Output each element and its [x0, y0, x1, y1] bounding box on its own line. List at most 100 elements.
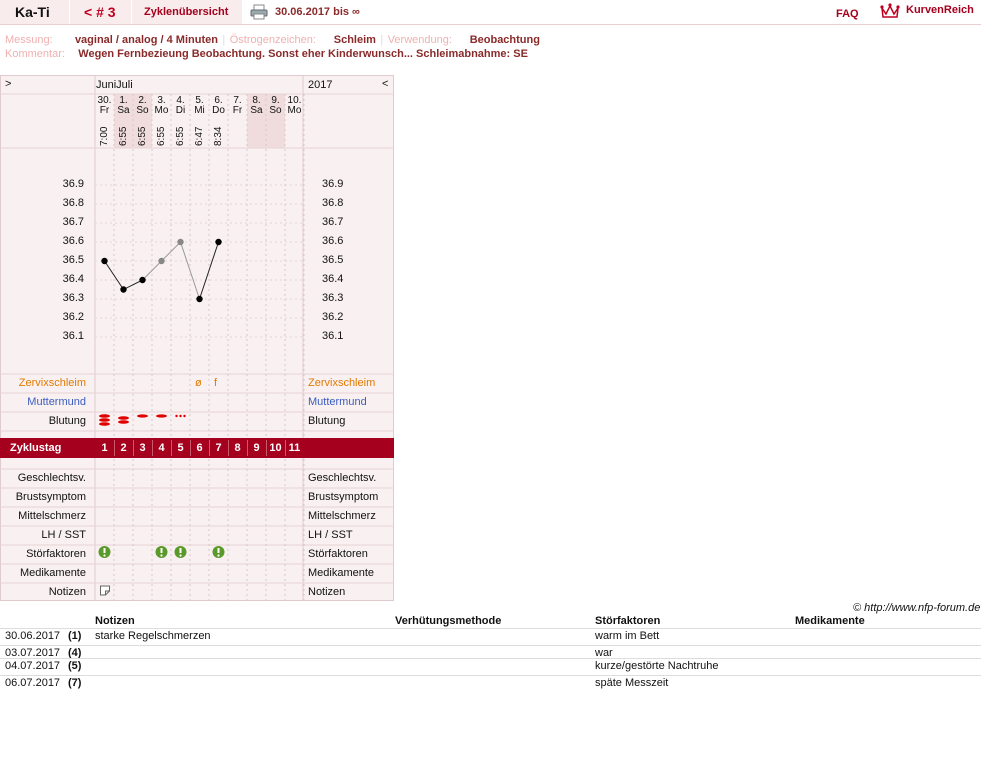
day-header: 3. Mo — [152, 96, 171, 116]
weekday: Di — [175, 105, 186, 116]
col-header-notizen: Notizen — [95, 615, 135, 627]
day-header: 9. So — [266, 96, 285, 116]
row-label-mittelschmerz: Mittelschmerz — [18, 510, 86, 522]
temp-axis-label-left: 36.9 — [62, 178, 84, 190]
row-label-brustsymptom: Brustsymptom — [15, 491, 86, 503]
row-date: 04.07.2017 — [5, 660, 61, 672]
header-divider — [0, 24, 981, 25]
day-header: 2. So — [133, 96, 152, 116]
temp-point — [120, 286, 127, 293]
row-label-notizen-right: Notizen — [308, 586, 346, 598]
info-line-2: Kommentar: Wegen Fernbezieung Beobachtun… — [5, 44, 528, 62]
row-day: (7) — [68, 677, 82, 689]
copyright: © http://www.nfp-forum.de — [853, 602, 981, 614]
temp-axis-label-right: 36.9 — [322, 178, 344, 190]
temp-axis-label-left: 36.3 — [62, 292, 84, 304]
cycle-day-number: 10 — [269, 442, 282, 454]
row-stoer: warm im Bett — [595, 630, 660, 642]
row-label-mittelschmerz-right: Mittelschmerz — [308, 510, 376, 522]
bleeding-mark — [137, 414, 148, 418]
row-stoer: späte Messzeit — [595, 677, 669, 689]
temp-point — [196, 295, 203, 303]
row-day: (5) — [68, 660, 82, 672]
brand-logo-text[interactable]: KurvenReich — [906, 4, 974, 16]
row-date: 30.06.2017 — [5, 630, 61, 642]
temp-axis-label-right: 36.3 — [322, 292, 344, 304]
row-label-blutung-right: Blutung — [308, 415, 346, 427]
zervix-mark: f — [214, 377, 218, 389]
temp-axis-label-left: 36.4 — [62, 273, 84, 285]
temp-axis-label-left: 36.2 — [62, 311, 84, 323]
cycle-day-number: 11 — [288, 442, 301, 454]
zervix-mark: ø — [195, 377, 202, 389]
temp-point — [139, 276, 146, 284]
faq-link[interactable]: FAQ — [836, 8, 859, 20]
user-name: Ka-Ti — [15, 4, 50, 20]
cycle-day-number: 1 — [101, 442, 108, 454]
col-header-verhuetung: Verhütungsmethode — [395, 615, 502, 627]
measure-time: 6:47 — [194, 126, 205, 146]
temp-axis-label-right: 36.8 — [322, 197, 344, 209]
warning-icon[interactable] — [212, 546, 225, 558]
temp-axis-label-right: 36.6 — [322, 235, 344, 247]
note-icon[interactable] — [100, 585, 110, 596]
cycle-chart: > JuniJuli 2017 < 30. Fr 7:00 1. Sa 6:55 2. So 6… — [0, 75, 394, 601]
row-label-zervix: Zervixschleim — [18, 377, 86, 389]
weekday: Sa — [117, 105, 130, 116]
warning-icon[interactable] — [98, 546, 111, 558]
prev-cycle-button[interactable]: > — [5, 78, 11, 90]
row-label-lh-right: LH / SST — [308, 529, 353, 541]
cycle-day-number: 4 — [158, 442, 165, 454]
temp-point — [101, 257, 108, 265]
weekday: Mo — [287, 105, 302, 116]
warning-icon[interactable] — [155, 546, 168, 558]
measure-time: 6:55 — [156, 126, 167, 146]
row-label-muttermund: Muttermund — [27, 396, 86, 408]
zyklustag-label: Zyklustag — [10, 442, 62, 454]
next-cycle-button[interactable]: < — [382, 78, 388, 90]
row-label-lh: LH / SST — [41, 529, 86, 541]
user-tab[interactable]: Ka-Ti — [0, 0, 70, 24]
temp-axis-label-left: 36.7 — [62, 216, 84, 228]
temp-axis-label-left: 36.5 — [62, 254, 84, 266]
bleeding-mark — [99, 414, 110, 426]
weekday: Sa — [250, 105, 263, 116]
month-label: JuniJuli — [96, 79, 133, 91]
temp-point — [215, 238, 222, 246]
crown-icon[interactable] — [880, 2, 900, 20]
row-label-geschlechtsv-right: Geschlechtsv. — [308, 472, 377, 484]
weekday: Mi — [194, 105, 205, 116]
bleeding-mark — [118, 416, 129, 424]
row-label-medikamente-right: Medikamente — [308, 567, 375, 579]
row-label-notizen: Notizen — [48, 586, 86, 598]
cycle-day-number: 6 — [196, 442, 203, 454]
cycle-nav-tab[interactable]: < # 3 — [70, 0, 132, 24]
day-header: 5. Mi — [190, 96, 209, 116]
cycle-day-number: 2 — [120, 442, 127, 454]
day-header: 4. Di — [171, 96, 190, 116]
cycle-nav-label: < # 3 — [84, 4, 116, 20]
cycle-day-number: 7 — [215, 442, 222, 454]
temp-axis-label-right: 36.1 — [322, 330, 344, 342]
cycle-day-number: 3 — [139, 442, 146, 454]
kommentar-value: Wegen Fernbezieung Beobachtung. Sonst eh… — [78, 48, 528, 60]
row-label-medikamente: Medikamente — [19, 567, 86, 579]
day-header: 6. Do — [209, 96, 228, 116]
temp-point — [158, 257, 165, 265]
warning-icon[interactable] — [174, 546, 187, 558]
temp-axis-label-right: 36.7 — [322, 216, 344, 228]
row-label-muttermund-right: Muttermund — [308, 396, 367, 408]
overview-tab[interactable]: Zyklenübersicht — [132, 0, 243, 24]
year-label: 2017 — [308, 79, 333, 91]
printer-icon[interactable] — [250, 4, 268, 20]
day-header: 30. Fr — [95, 96, 114, 116]
weekday: So — [136, 105, 149, 116]
date-range: 30.06.2017 bis ∞ — [275, 6, 360, 18]
temp-axis-label-right: 36.2 — [322, 311, 344, 323]
col-header-stoerfaktoren: Störfaktoren — [595, 615, 661, 627]
measure-time: 6:55 — [175, 126, 186, 146]
row-label-stoerfaktoren-right: Störfaktoren — [308, 548, 368, 560]
cycle-day-number: 8 — [234, 442, 241, 454]
row-label-zervix-right: Zervixschleim — [308, 377, 376, 389]
weekday: Mo — [154, 105, 169, 116]
